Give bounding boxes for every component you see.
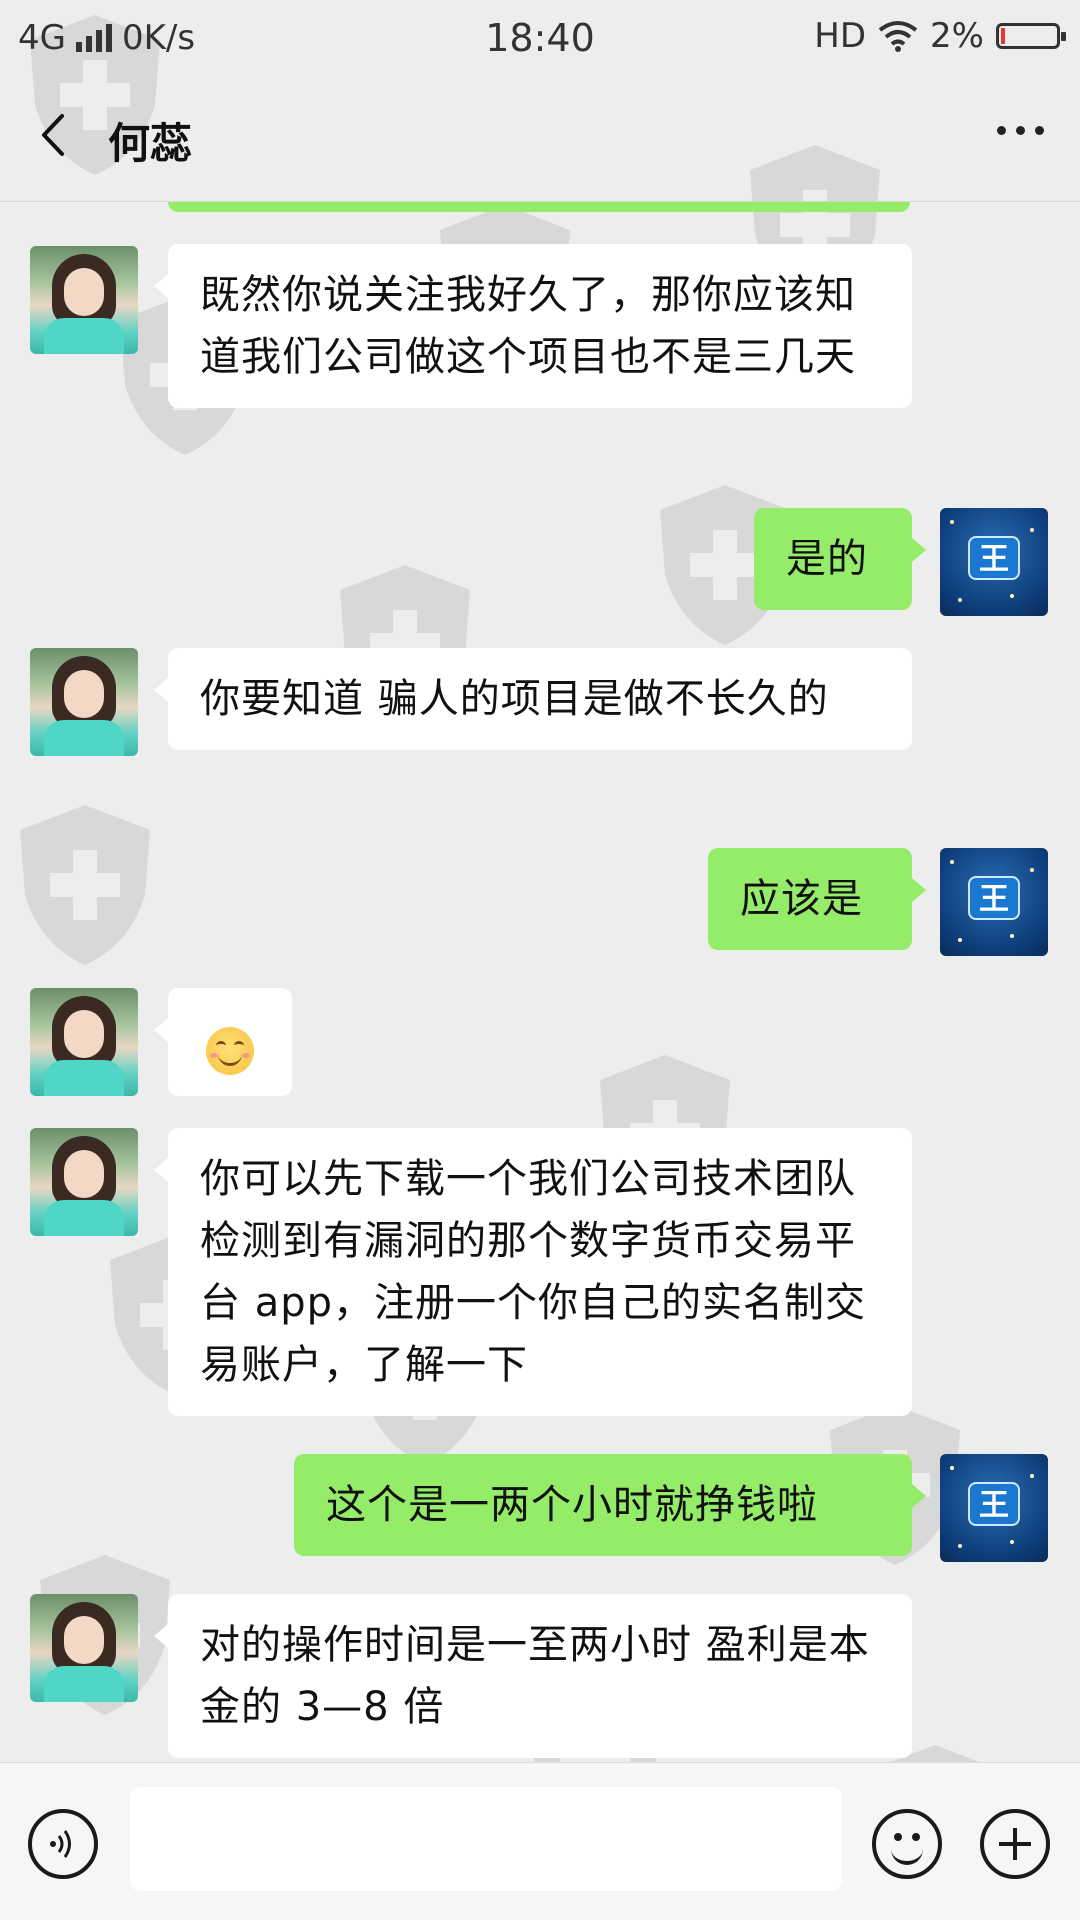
chevron-left-icon[interactable]: [30, 110, 80, 160]
contact-avatar[interactable]: [30, 988, 138, 1096]
message-bubble[interactable]: 是的: [754, 508, 926, 610]
self-avatar-text: 王: [968, 876, 1020, 920]
plus-icon[interactable]: [980, 1809, 1050, 1879]
self-avatar[interactable]: 王: [940, 508, 1048, 616]
hd-indicator: HD: [814, 16, 867, 56]
contact-avatar[interactable]: [30, 648, 138, 756]
self-avatar[interactable]: 王: [940, 1454, 1048, 1562]
contact-avatar[interactable]: [30, 1594, 138, 1702]
smiling-face-emoji: [206, 1027, 254, 1075]
self-avatar[interactable]: 王: [940, 848, 1048, 956]
emoji-icon[interactable]: [872, 1809, 942, 1879]
partial-message-bubble: [168, 202, 910, 212]
voice-icon[interactable]: [28, 1809, 98, 1879]
chat-header: 何蕊: [0, 76, 1080, 202]
battery-percent: 2%: [930, 16, 984, 56]
contact-name: 何蕊: [108, 119, 193, 168]
status-bar: 4G 0K/s 18:40 HD 2%: [0, 0, 1080, 76]
message-bubble[interactable]: 既然你说关注我好久了，那你应该知道我们公司做这个项目也不是三几天: [154, 244, 912, 408]
message-bubble[interactable]: [154, 988, 292, 1096]
message-input[interactable]: [130, 1787, 842, 1891]
input-bar: [0, 1762, 1080, 1920]
contact-avatar[interactable]: [30, 246, 138, 354]
message-bubble[interactable]: 你要知道 骗人的项目是做不长久的: [154, 648, 912, 750]
message-list[interactable]: 既然你说关注我好久了，那你应该知道我们公司做这个项目也不是三几天 是的 王 你要…: [0, 202, 1080, 1762]
battery-icon: [996, 23, 1066, 49]
self-avatar-text: 王: [968, 1482, 1020, 1526]
message-bubble[interactable]: 对的操作时间是一至两小时 盈利是本金的 3—8 倍: [154, 1594, 912, 1758]
message-bubble[interactable]: 应该是: [708, 848, 926, 950]
self-avatar-text: 王: [968, 536, 1020, 580]
contact-avatar[interactable]: [30, 1128, 138, 1236]
more-dots-icon[interactable]: [997, 126, 1044, 135]
wifi-icon: [878, 21, 918, 52]
message-bubble[interactable]: 这个是一两个小时就挣钱啦: [294, 1454, 926, 1556]
message-bubble[interactable]: 你可以先下载一个我们公司技术团队检测到有漏洞的那个数字货币交易平台 app，注册…: [154, 1128, 912, 1416]
